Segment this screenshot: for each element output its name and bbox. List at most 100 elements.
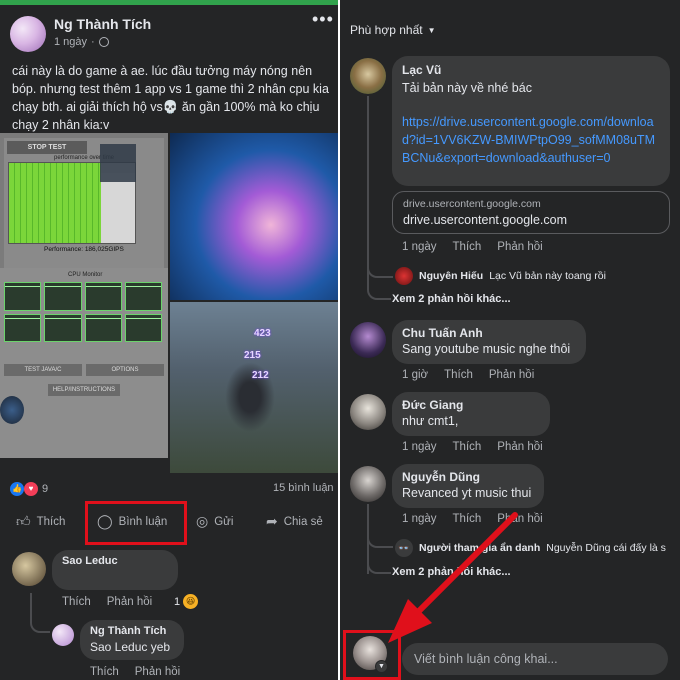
damage-number: 423 xyxy=(254,328,271,339)
send-button[interactable]: ◎ Gửi xyxy=(196,513,233,530)
chevron-down-icon[interactable]: ▼ xyxy=(375,660,388,673)
sub-reply-preview[interactable]: 👓 Người tham gia ẩn danh Nguyễn Dũng cái… xyxy=(395,539,666,557)
view-more-replies-link[interactable]: Xem 2 phản hồi khác... xyxy=(392,566,511,578)
comment-avatar[interactable] xyxy=(350,322,386,358)
comment-author[interactable]: Chu Tuấn Anh xyxy=(402,326,576,340)
comment-count[interactable]: 15 bình luận xyxy=(273,482,334,494)
reply-actions: Thích Phản hồi xyxy=(90,666,180,678)
reply-thread-line xyxy=(30,593,50,633)
share-arrow-icon: ➦ xyxy=(266,513,278,529)
share-button[interactable]: ➦ Chia sẻ xyxy=(266,513,323,530)
damage-number: 212 xyxy=(252,370,269,381)
comment-actions: Thích Phản hồi xyxy=(62,596,152,608)
heart-reaction-icon: ♥ xyxy=(24,482,38,496)
comment-input[interactable] xyxy=(402,643,668,675)
reaction-count: 9 xyxy=(42,483,49,495)
comment-time[interactable]: 1 ngày xyxy=(402,513,437,525)
comment-reply-link[interactable]: Phản hồi xyxy=(497,513,542,525)
reply-author[interactable]: Ng Thành Tích xyxy=(90,625,174,637)
comment-author[interactable]: Nguyễn Dũng xyxy=(402,470,534,484)
reply-avatar[interactable] xyxy=(52,624,74,646)
sub-reply-author: Nguyên Hiếu xyxy=(419,270,484,282)
comment-reply-link[interactable]: Phản hồi xyxy=(497,441,542,453)
comment-reaction-count: 1 xyxy=(174,595,181,608)
post-author-avatar[interactable] xyxy=(10,16,46,52)
comment-text: Tải bản này về nhé bác xyxy=(402,81,532,95)
thumbs-up-icon: 👍︎ xyxy=(16,513,31,529)
help-label: HELP/INSTRUCTIONS xyxy=(48,384,120,396)
send-label: Gửi xyxy=(214,515,234,528)
thread-line xyxy=(367,96,369,276)
post-image-cpu-monitor[interactable]: CPU Monitor TEST JAVA/C OPTIONS HELP/INS… xyxy=(0,268,168,458)
like-button[interactable]: 👍︎ Thích xyxy=(16,513,65,530)
performance-score: Performance: 186,025GIPS xyxy=(44,246,124,253)
comment-bubble[interactable]: Nguyễn Dũng Revanced yt music thui xyxy=(392,464,544,508)
comment-reply-link[interactable]: Phản hồi xyxy=(107,596,152,608)
post-image-game-1[interactable] xyxy=(170,133,338,300)
post-timestamp[interactable]: 1 ngày · xyxy=(54,36,109,48)
comment-link[interactable]: https://drive.usercontent.google.com/dow… xyxy=(402,113,660,167)
overlay-widget xyxy=(100,144,136,182)
anonymous-participant-icon: 👓 xyxy=(395,539,413,557)
comment-avatar[interactable] xyxy=(350,58,386,94)
comment-time[interactable]: 1 ngày xyxy=(402,441,437,453)
messenger-icon: ◎ xyxy=(196,513,209,529)
comment-avatar[interactable] xyxy=(12,552,46,586)
stop-test-label: STOP TEST xyxy=(7,141,87,154)
reply-bubble[interactable]: Ng Thành Tích Sao Leduc yeb xyxy=(80,620,184,660)
comment-like-link[interactable]: Thích xyxy=(453,241,482,253)
damage-number: 215 xyxy=(244,350,261,361)
comment-actions: 1 giờ Thích Phản hồi xyxy=(402,369,534,381)
sort-dropdown[interactable]: Phù hợp nhất ▼ xyxy=(350,23,436,37)
post-time-text: 1 ngày xyxy=(54,36,88,48)
link-preview-card[interactable]: drive.usercontent.google.com drive.userc… xyxy=(392,191,670,234)
chevron-down-icon: ▼ xyxy=(427,25,436,35)
test-java-label: TEST JAVA/C xyxy=(4,364,82,376)
cpu-monitor-title: CPU Monitor xyxy=(68,272,103,278)
reply-text: Sao Leduc yeb xyxy=(90,640,171,654)
comment-text: Revanced yt music thui xyxy=(402,486,532,500)
like-label: Thích xyxy=(36,515,66,528)
more-options-icon[interactable]: ••• xyxy=(312,10,334,28)
comment-like-link[interactable]: Thích xyxy=(453,513,482,525)
globe-icon xyxy=(98,37,109,47)
sub-reply-text: Nguyễn Dũng cái đấy là s xyxy=(546,542,666,554)
reaction-summary[interactable]: 👍 ♥ 9 xyxy=(10,482,48,496)
comment-like-link[interactable]: Thích xyxy=(444,369,473,381)
post-panel: Ng Thành Tích 1 ngày · ••• cái này là do… xyxy=(0,0,338,680)
sub-reply-author: Người tham gia ẩn danh xyxy=(419,542,541,554)
comments-panel: Phù hợp nhất ▼ Lạc Vũ Tải bản này về nhé… xyxy=(340,0,680,680)
reply-like-link[interactable]: Thích xyxy=(90,666,119,678)
comment-avatar[interactable] xyxy=(350,394,386,430)
comment-bubble[interactable]: Đức Giang như cmt1, xyxy=(392,392,550,436)
comment-text: như cmt1, xyxy=(402,414,459,428)
comment-time[interactable]: 1 ngày xyxy=(402,241,437,253)
link-preview-domain: drive.usercontent.google.com xyxy=(403,198,541,210)
reply-reply-link[interactable]: Phản hồi xyxy=(135,666,180,678)
post-author-name[interactable]: Ng Thành Tích xyxy=(54,16,151,32)
comment-reply-link[interactable]: Phản hồi xyxy=(497,241,542,253)
top-status-bar xyxy=(0,0,338,5)
options-label: OPTIONS xyxy=(86,364,164,376)
comment-author[interactable]: Lạc Vũ xyxy=(402,63,660,77)
reply-thread-line xyxy=(367,534,393,548)
overlay-avatar xyxy=(0,396,24,424)
haha-reaction-icon: 😆 xyxy=(183,594,199,609)
comment-reply-link[interactable]: Phản hồi xyxy=(489,369,534,381)
comment-actions: 1 ngày Thích Phản hồi xyxy=(402,241,543,253)
post-body-text: cái này là do game à ae. lúc đầu tưởng m… xyxy=(12,64,329,132)
comment-bubble[interactable]: Chu Tuấn Anh Sang youtube music nghe thô… xyxy=(392,320,586,364)
post-image-game-2[interactable]: 423 215 212 xyxy=(170,302,338,473)
comment-like-link[interactable]: Thích xyxy=(62,596,91,608)
comment-time[interactable]: 1 giờ xyxy=(402,369,428,381)
reply-thread-line xyxy=(367,276,391,300)
comment-reaction[interactable]: 1 😆 xyxy=(174,594,199,609)
comment-like-link[interactable]: Thích xyxy=(453,441,482,453)
comment-author[interactable]: Sao Leduc xyxy=(62,555,168,567)
comment-bubble[interactable]: Sao Leduc xyxy=(52,550,178,590)
comment-avatar[interactable] xyxy=(350,466,386,502)
comment-bubble[interactable]: Lạc Vũ Tải bản này về nhé bác https://dr… xyxy=(392,56,670,186)
comment-author[interactable]: Đức Giang xyxy=(402,398,540,412)
sub-reply-preview[interactable]: Nguyên Hiếu Lạc Vũ bản này toang rồi xyxy=(395,267,606,285)
view-more-replies-link[interactable]: Xem 2 phản hồi khác... xyxy=(392,293,511,305)
